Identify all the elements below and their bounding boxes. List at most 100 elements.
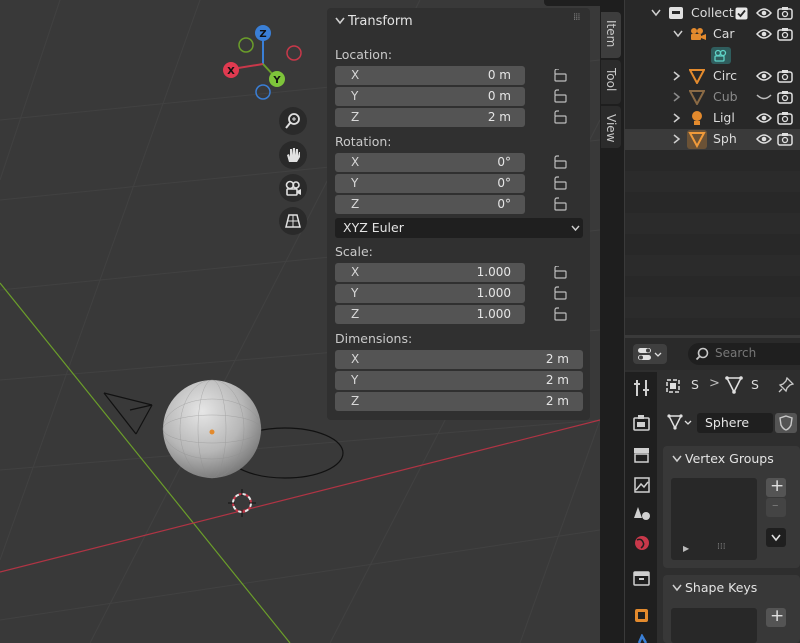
mesh-browse-button[interactable] [665,412,695,433]
outliner-row-light[interactable]: Ligl [625,108,800,129]
mesh-data-icon [667,414,692,430]
gizmo-y-label: Y [272,75,281,86]
scale-y-field[interactable]: Y 1.000 [335,284,525,303]
chevron-right-icon[interactable] [673,71,681,81]
scale-x-field[interactable]: X 1.000 [335,263,525,282]
pin-icon[interactable] [778,377,794,393]
vertex-group-specials-button[interactable] [766,528,786,547]
dimensions-z-field[interactable]: Z2 m [335,392,583,411]
lock-open-icon [554,89,567,103]
location-y-field[interactable]: Y0 m [335,87,525,106]
render-camera-icon[interactable] [777,90,793,104]
add-shape-key-button[interactable]: + [766,606,786,627]
lock-open-icon [554,197,567,211]
dimensions-x-field[interactable]: X2 m [335,350,583,369]
remove-vertex-group-button[interactable]: – [766,498,786,517]
camera-view-button[interactable] [279,174,307,202]
location-x-field[interactable]: X0 m [335,66,525,85]
object-name-value: Sphere [705,415,750,430]
shape-keys-title[interactable]: Shape Keys [685,580,757,595]
expand-triangle-icon[interactable]: ▶ [683,544,689,553]
object-properties-icon[interactable] [632,606,652,626]
rotation-z-field[interactable]: Z 0° [335,195,525,214]
chevron-right-icon[interactable] [673,92,681,102]
outliner-row-sphere[interactable]: Sph [625,129,800,150]
outliner-row-camera-data[interactable] [625,45,800,66]
pan-button[interactable] [279,141,307,169]
chevron-down-icon [335,17,345,25]
navigation-gizmo[interactable]: Z X Y [218,22,308,104]
outliner-label: Collect [691,5,734,20]
transform-header[interactable]: Transform ⁞⁞⁞ [327,8,590,36]
breadcrumb-separator: > [709,376,720,391]
chevron-down-icon[interactable] [672,584,682,592]
eye-icon[interactable] [756,133,772,145]
vertex-groups-title[interactable]: Vertex Groups [685,451,774,466]
lock-open-icon [554,110,567,124]
view-layer-properties-icon[interactable] [632,476,652,494]
rotation-x-field[interactable]: X 0° [335,153,525,172]
render-camera-icon[interactable] [777,132,793,146]
vertex-groups-list[interactable]: ▶ ⁞⁞⁞ [671,478,757,560]
outliner-row-cube[interactable]: Cub [625,87,800,108]
outliner-row-circle[interactable]: Circ [625,66,800,87]
gizmo-x-label: X [227,66,235,77]
shape-keys-list[interactable] [671,608,757,643]
eye-icon[interactable] [756,7,772,19]
drag-handle-icon[interactable]: ⁞⁞⁞ [573,12,580,23]
minus-icon: – [772,498,779,513]
scene-properties-icon[interactable] [632,504,652,524]
world-properties-icon[interactable] [632,533,652,553]
breadcrumb-scene[interactable]: S [691,377,699,392]
rotation-mode-dropdown[interactable]: XYZ Euler [335,218,583,238]
location-label: Location: [335,47,393,62]
properties-tab-sidebar [625,372,657,643]
header-strip [544,0,600,6]
perspective-toggle-button[interactable] [279,207,307,235]
checkbox-checked-icon[interactable] [735,7,748,20]
search-input[interactable]: Search [688,343,800,365]
breadcrumb-object[interactable]: S [751,377,759,392]
rotation-y-field[interactable]: Y 0° [335,174,525,193]
chevron-down-icon[interactable] [673,30,683,38]
add-vertex-group-button[interactable]: + [766,476,786,497]
chevron-right-icon[interactable] [673,113,681,123]
chevron-right-icon[interactable] [673,134,681,144]
collection-icon [669,7,683,19]
tab-tool[interactable]: Tool [601,60,621,104]
outliner-row-collection[interactable]: Collect [625,3,800,24]
eye-icon[interactable] [756,70,772,82]
lock-open-icon [554,307,567,321]
chevron-down-icon[interactable] [651,9,661,17]
zoom-icon [285,113,300,129]
tab-view[interactable]: View [601,106,621,148]
eye-icon[interactable] [756,112,772,124]
render-camera-icon[interactable] [777,6,793,20]
zoom-button[interactable] [279,107,307,135]
eye-closed-icon[interactable] [756,93,772,101]
modifier-properties-icon[interactable] [632,634,652,643]
tool-settings-icon[interactable] [632,378,652,398]
fake-user-button[interactable] [775,413,797,433]
scale-locks [554,266,567,321]
render-camera-icon[interactable] [777,69,793,83]
tab-item[interactable]: Item [601,12,621,58]
render-camera-icon[interactable] [777,111,793,125]
chevron-down-icon[interactable] [672,455,682,463]
shape-keys-panel: Shape Keys + [663,575,800,643]
mesh-data-icon [725,376,743,394]
location-z-field[interactable]: Z2 m [335,108,525,127]
outliner-row-camera[interactable]: Car [625,24,800,45]
editor-type-button[interactable] [633,344,667,364]
outliner-label: Circ [713,68,737,83]
eye-icon[interactable] [756,28,772,40]
resize-grip-icon[interactable]: ⁞⁞⁞ [717,542,726,552]
output-properties-icon[interactable] [632,446,652,464]
mesh-object-icon [689,69,705,84]
render-properties-icon[interactable] [632,414,652,432]
scale-z-field[interactable]: Z 1.000 [335,305,525,324]
render-camera-icon[interactable] [777,27,793,41]
object-name-field[interactable]: Sphere [697,413,773,433]
collection-properties-icon[interactable] [632,569,652,587]
dimensions-y-field[interactable]: Y2 m [335,371,583,390]
